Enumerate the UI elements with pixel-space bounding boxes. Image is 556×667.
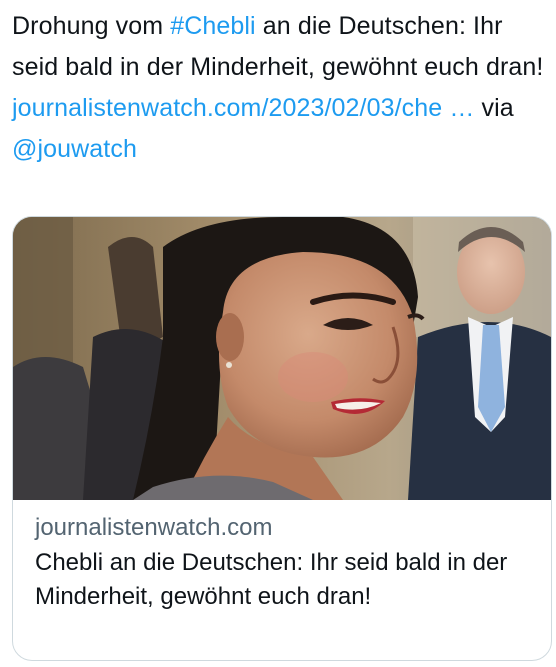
link-preview-card[interactable]: journalistenwatch.com Chebli an die Deut…	[12, 216, 552, 661]
url-ellipsis: …	[449, 94, 475, 122]
card-photo-illustration	[13, 217, 551, 500]
mention-link[interactable]: @jouwatch	[12, 135, 137, 163]
card-title: Chebli an die Deutschen: Ihr seid bald i…	[35, 549, 508, 610]
hashtag-link[interactable]: #Chebli	[170, 12, 255, 40]
tweet-text-part1: Drohung vom	[12, 12, 171, 40]
tweet-text: Drohung vom #Chebli an die Deutschen: Ih…	[12, 6, 548, 170]
card-domain: journalistenwatch.com	[35, 514, 273, 541]
article-url-text: journalistenwatch.com/2023/02/03/che	[12, 94, 443, 122]
via-text: via	[474, 94, 514, 122]
card-image[interactable]	[13, 217, 551, 500]
article-url-link[interactable]: journalistenwatch.com/2023/02/03/che …	[12, 94, 474, 122]
card-meta: journalistenwatch.com Chebli an die Deut…	[13, 500, 551, 614]
